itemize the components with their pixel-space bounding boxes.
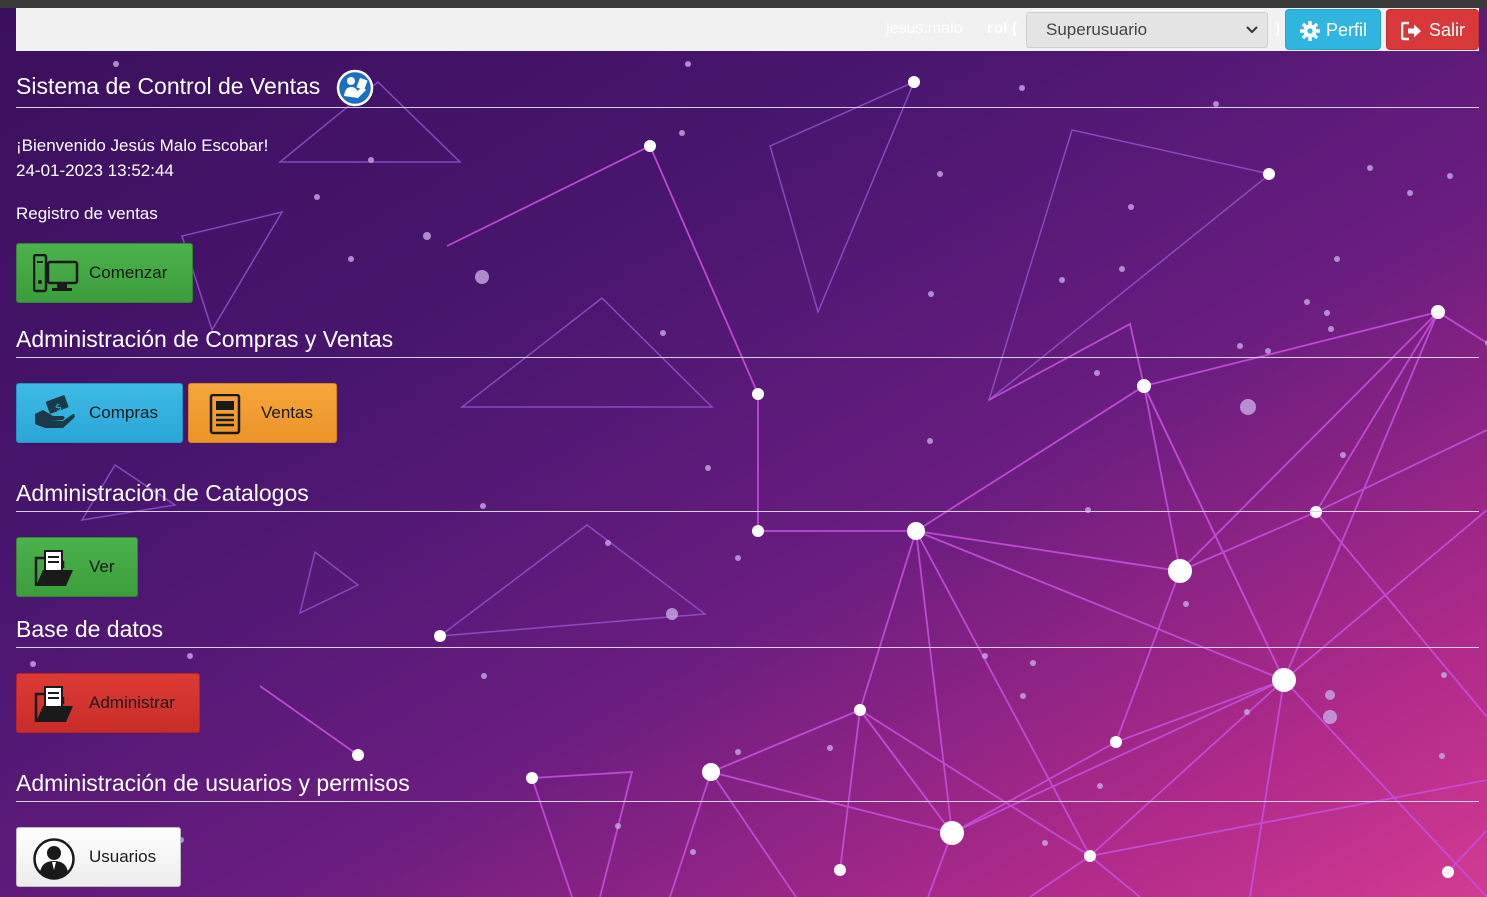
base-datos-heading: Base de datos: [16, 616, 164, 642]
role-select-value: Superusuario: [1046, 20, 1148, 39]
usuarios-button[interactable]: Usuarios: [16, 827, 181, 887]
chevron-down-icon: [1246, 26, 1258, 34]
compras-ventas-heading: Administración de Compras y Ventas: [16, 326, 394, 352]
user-book-icon: [336, 69, 374, 107]
usuarios-button-label: Usuarios: [89, 847, 157, 866]
administrar-button[interactable]: Administrar: [16, 673, 200, 733]
gear-icon: [1300, 21, 1320, 41]
base-datos-divider: [16, 647, 1479, 648]
welcome-message: ¡Bienvenido Jesús Malo Escobar!: [16, 136, 269, 155]
catalogos-divider: [16, 511, 1479, 512]
compras-ventas-divider: [16, 357, 1479, 358]
role-select[interactable]: Superusuario: [1026, 12, 1268, 48]
perfil-button-label: Perfil: [1326, 20, 1368, 40]
ver-button[interactable]: Ver: [16, 537, 138, 597]
payment-hand-icon: $: [35, 395, 75, 428]
user-avatar-icon: [33, 838, 75, 880]
comenzar-button-label: Comenzar: [89, 263, 168, 282]
rol-close-paren: ): [1275, 20, 1281, 37]
current-datetime: 24-01-2023 13:52:44: [16, 161, 174, 180]
perfil-button[interactable]: Perfil: [1285, 9, 1381, 50]
rol-label: rol (: [987, 20, 1018, 37]
ventas-button[interactable]: Ventas: [188, 383, 337, 443]
salir-button[interactable]: Salir: [1386, 9, 1479, 50]
folder-document-icon: [34, 686, 73, 722]
usuarios-heading: Administración de usuarios y permisos: [16, 770, 410, 796]
username-label: jesus.malo: [886, 20, 963, 37]
comenzar-button[interactable]: Comenzar: [16, 243, 193, 303]
compras-button[interactable]: $ Compras: [16, 383, 183, 443]
browser-top-strip: [0, 0, 1487, 8]
computer-icon: [33, 254, 79, 293]
title-divider: [16, 107, 1479, 108]
catalogos-heading: Administración de Catalogos: [16, 480, 309, 506]
top-navbar: jesus.malo rol ( Superusuario ) Perfil S…: [16, 8, 1479, 51]
sign-out-icon: [1401, 21, 1421, 41]
ver-button-label: Ver: [89, 557, 115, 576]
usuarios-divider: [16, 801, 1479, 802]
salir-button-label: Salir: [1429, 20, 1466, 40]
main-content: Sistema de Control de Ventas ¡Bienvenido…: [0, 0, 1487, 897]
registro-label: Registro de ventas: [16, 204, 158, 223]
ventas-button-label: Ventas: [261, 403, 313, 422]
document-icon: [209, 394, 241, 435]
page-title: Sistema de Control de Ventas: [16, 73, 321, 99]
administrar-button-label: Administrar: [89, 693, 175, 712]
compras-button-label: Compras: [89, 403, 158, 422]
folder-document-icon: [34, 550, 73, 586]
